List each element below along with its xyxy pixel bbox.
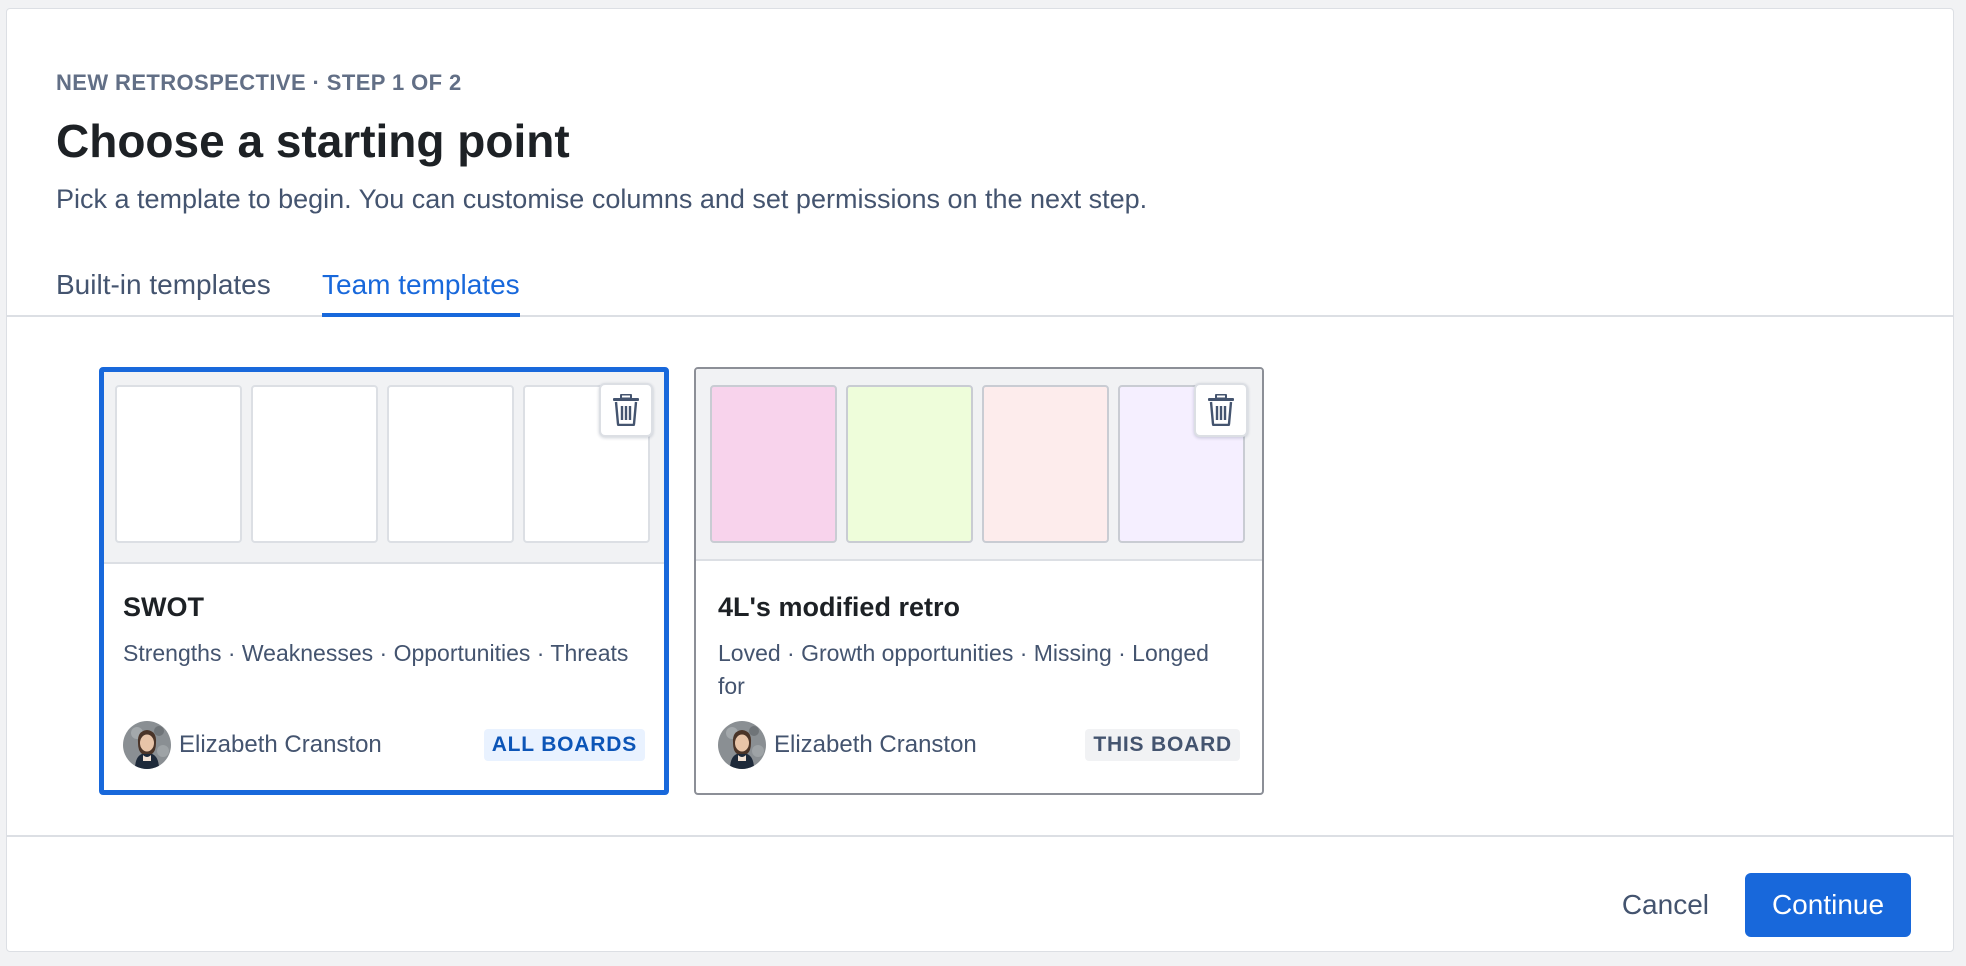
template-columns: Strengths · Weaknesses · Opportunities ·… <box>123 640 629 666</box>
template-card-4ls-modified-retro[interactable]: 4L's modified retro Loved · Growth oppor… <box>694 367 1264 795</box>
scope-badge: THIS BOARD <box>1085 729 1240 761</box>
template-author: Elizabeth Cranston <box>774 731 977 758</box>
dialog-header: NEW RETROSPECTIVE · STEP 1 OF 2 Choose a… <box>56 65 1913 219</box>
column-swatch <box>846 385 973 543</box>
trash-icon <box>1208 394 1234 426</box>
delete-template-button[interactable] <box>1194 383 1248 437</box>
dialog-footer: Cancel Continue <box>7 835 1953 951</box>
template-columns: Loved · Growth opportunities · Missing ·… <box>718 640 1209 699</box>
step-indicator: NEW RETROSPECTIVE · STEP 1 OF 2 <box>56 70 462 95</box>
tab-built-in-templates[interactable]: Built-in templates <box>56 261 271 317</box>
template-name: SWOT <box>123 592 204 622</box>
dialog-title: Choose a starting point <box>56 115 570 167</box>
column-swatch <box>710 385 837 543</box>
template-card-footer: Elizabeth Cranston ALL BOARDS <box>123 721 645 769</box>
template-card-footer: Elizabeth Cranston THIS BOARD <box>718 721 1240 769</box>
column-swatch <box>115 385 242 543</box>
template-author: Elizabeth Cranston <box>179 731 382 758</box>
new-retrospective-dialog: NEW RETROSPECTIVE · STEP 1 OF 2 Choose a… <box>6 8 1954 952</box>
template-tabs: Built-in templates Team templates <box>7 261 1953 317</box>
column-swatch <box>387 385 514 543</box>
template-card-swot[interactable]: SWOT Strengths · Weaknesses · Opportunit… <box>99 367 669 795</box>
template-preview <box>104 372 664 564</box>
tab-team-templates[interactable]: Team templates <box>322 261 520 317</box>
column-swatch <box>982 385 1109 543</box>
template-card-body: SWOT Strengths · Weaknesses · Opportunit… <box>123 587 645 670</box>
dialog-subtitle: Pick a template to begin. You can custom… <box>56 184 1148 214</box>
avatar <box>123 721 171 769</box>
template-name: 4L's modified retro <box>718 592 960 622</box>
template-preview <box>696 369 1262 561</box>
column-swatch <box>251 385 378 543</box>
avatar <box>718 721 766 769</box>
template-card-body: 4L's modified retro Loved · Growth oppor… <box>718 587 1240 703</box>
scope-badge: ALL BOARDS <box>483 729 645 761</box>
continue-button[interactable]: Continue <box>1745 873 1911 937</box>
delete-template-button[interactable] <box>599 383 653 437</box>
trash-icon <box>613 394 639 426</box>
cancel-button[interactable]: Cancel <box>1606 873 1725 937</box>
template-gallery: SWOT Strengths · Weaknesses · Opportunit… <box>7 317 1953 845</box>
